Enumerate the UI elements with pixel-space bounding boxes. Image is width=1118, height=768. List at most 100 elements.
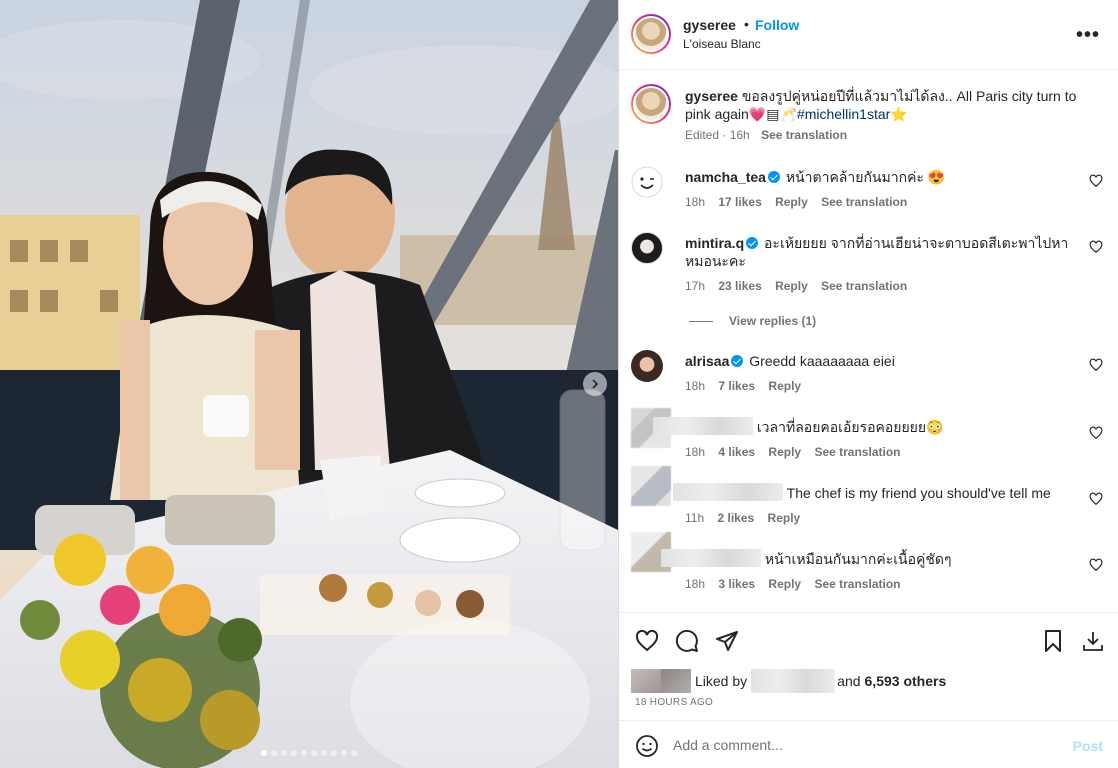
comment-reply-button[interactable]: Reply — [768, 577, 801, 591]
blurred-username — [653, 417, 753, 435]
liker-avatar — [631, 669, 661, 693]
carousel-next-button[interactable] — [583, 372, 607, 396]
caption-trailing-emoji: ⭐ — [890, 106, 908, 122]
caption-hashtag[interactable]: #michellin1star — [797, 106, 890, 122]
share-send-icon[interactable] — [715, 629, 739, 653]
comment-username[interactable]: namcha_tea — [685, 169, 766, 185]
comment-reply-button[interactable]: Reply — [775, 195, 808, 209]
carousel-dot[interactable] — [271, 750, 277, 756]
comment-item: mintira.q อะเห้ยยยย จากที่อ่านเฮียน่าจะต… — [631, 232, 1107, 312]
comment-text: Greedd kaaaaaaaa eiei — [749, 353, 895, 369]
carousel-dot[interactable] — [301, 750, 307, 756]
commenter-avatar[interactable] — [631, 232, 663, 264]
comment-likes[interactable]: 23 likes — [718, 279, 761, 293]
comment-text: The chef is my friend you should've tell… — [786, 485, 1051, 501]
comment-text-block: alrisaa Greedd kaaaaaaaa eiei — [685, 352, 1075, 370]
post-location[interactable]: L'oiseau Blanc — [683, 37, 761, 51]
author-username[interactable]: gyseree — [683, 17, 736, 33]
author-avatar[interactable] — [631, 14, 671, 54]
carousel-dot[interactable] — [281, 750, 287, 756]
comment-item: namcha_tea หน้าตาคล้ายกันมากค่ะ 😍 18h 17… — [631, 166, 1107, 226]
comment-text: เวลาที่ลอยคอเอ้ยรอคอยยยย😳 — [756, 419, 944, 435]
blurred-avatar — [631, 466, 671, 506]
comment-reply-button[interactable]: Reply — [768, 445, 801, 459]
liked-by-summary: Liked by and 6,593 others — [631, 669, 946, 693]
blurred-liker-name — [751, 669, 836, 693]
commenter-avatar[interactable] — [631, 350, 663, 382]
carousel-dot[interactable] — [261, 750, 267, 756]
chevron-right-icon — [592, 379, 599, 389]
post-image-illustration — [0, 0, 618, 768]
comment-reply-button[interactable]: Reply — [775, 279, 808, 293]
comment-heart-icon[interactable] — [1089, 426, 1103, 440]
carousel-dot[interactable] — [311, 750, 317, 756]
caption-edited-time: Edited · 16h — [685, 128, 750, 142]
liked-by-and: and — [837, 673, 861, 689]
comment-reply-button[interactable]: Reply — [768, 379, 801, 393]
download-icon[interactable] — [1081, 629, 1105, 653]
comment-time: 18h — [685, 195, 706, 209]
commenter-avatar[interactable] — [631, 166, 663, 198]
smiley-avatar-icon — [631, 166, 663, 198]
add-comment-bar: Post — [619, 720, 1118, 768]
comment-heart-icon[interactable] — [1089, 558, 1103, 572]
comment-time: 18h — [685, 445, 706, 459]
more-options-icon[interactable]: ••• — [1076, 24, 1100, 47]
carousel-dots — [0, 750, 618, 756]
post-photo[interactable] — [0, 0, 618, 768]
comment-text-block: namcha_tea หน้าตาคล้ายกันมากค่ะ 😍 — [685, 168, 1075, 186]
comment-time: 17h — [685, 279, 706, 293]
comment-see-translation[interactable]: See translation — [814, 445, 900, 459]
like-heart-icon[interactable] — [635, 629, 659, 653]
comment-see-translation[interactable]: See translation — [814, 577, 900, 591]
comment-text: หน้าตาคล้ายกันมากค่ะ 😍 — [785, 169, 946, 185]
blurred-username — [661, 549, 761, 567]
comment-item: เวลาที่ลอยคอเอ้ยรอคอยยยย😳 18h 4 likes Re… — [631, 408, 1107, 468]
comment-item: The chef is my friend you should've tell… — [631, 466, 1107, 526]
carousel-dot[interactable] — [321, 750, 327, 756]
comment-text-block: The chef is my friend you should've tell… — [673, 483, 1093, 502]
carousel-dot[interactable] — [351, 750, 357, 756]
add-comment-input[interactable] — [673, 733, 1053, 757]
comment-heart-icon[interactable] — [1089, 358, 1103, 372]
comment-text-block: เวลาที่ลอยคอเอ้ยรอคอยยยย😳 — [653, 417, 1073, 436]
post-comment-button[interactable]: Post — [1073, 738, 1103, 754]
comment-meta: 18h 7 likes Reply — [685, 379, 811, 393]
comment-heart-icon[interactable] — [1089, 492, 1103, 506]
comment-username[interactable]: alrisaa — [685, 353, 729, 369]
caption-username[interactable]: gyseree — [685, 88, 738, 104]
comment-likes[interactable]: 7 likes — [718, 379, 755, 393]
comment-reply-button[interactable]: Reply — [768, 511, 801, 525]
post-header: gyseree • Follow L'oiseau Blanc ••• — [619, 0, 1118, 70]
comment-bubble-icon[interactable] — [675, 629, 699, 653]
comment-heart-icon[interactable] — [1089, 174, 1103, 188]
comment-text: หน้าเหมือนกันมากค่ะเนื้อคู่ชัดๆ — [764, 551, 952, 567]
post-actions: Liked by and 6,593 others 18 HOURS AGO — [619, 612, 1118, 720]
comment-meta: 18h 3 likes Reply See translation — [685, 577, 910, 591]
comment-see-translation[interactable]: See translation — [821, 279, 907, 293]
liked-by-others[interactable]: 6,593 others — [865, 673, 947, 689]
view-replies-button[interactable]: View replies (1) — [689, 314, 816, 328]
carousel-dot[interactable] — [291, 750, 297, 756]
comment-text-block: หน้าเหมือนกันมากค่ะเนื้อคู่ชัดๆ — [661, 549, 1091, 568]
comment-see-translation[interactable]: See translation — [821, 195, 907, 209]
emoji-icon[interactable] — [635, 734, 659, 758]
comment-likes[interactable]: 3 likes — [718, 577, 755, 591]
liked-by-prefix: Liked by — [695, 673, 748, 689]
verified-badge-icon — [746, 237, 759, 249]
caption-author-avatar[interactable] — [631, 84, 671, 124]
bookmark-icon[interactable] — [1041, 629, 1065, 653]
follow-button[interactable]: Follow — [755, 17, 799, 33]
carousel-dot[interactable] — [341, 750, 347, 756]
comment-likes[interactable]: 17 likes — [718, 195, 761, 209]
comment-likes[interactable]: 4 likes — [718, 445, 755, 459]
comment-likes[interactable]: 2 likes — [717, 511, 754, 525]
comment-item: หน้าเหมือนกันมากค่ะเนื้อคู่ชัดๆ 18h 3 li… — [631, 532, 1107, 592]
comment-time: 11h — [685, 511, 705, 525]
comment-meta: 18h 17 likes Reply See translation — [685, 195, 917, 209]
comment-username[interactable]: mintira.q — [685, 235, 744, 251]
carousel-dot[interactable] — [331, 750, 337, 756]
caption-see-translation[interactable]: See translation — [761, 128, 847, 142]
comment-heart-icon[interactable] — [1089, 240, 1103, 254]
comment-meta: 11h 2 likes Reply — [685, 511, 810, 525]
